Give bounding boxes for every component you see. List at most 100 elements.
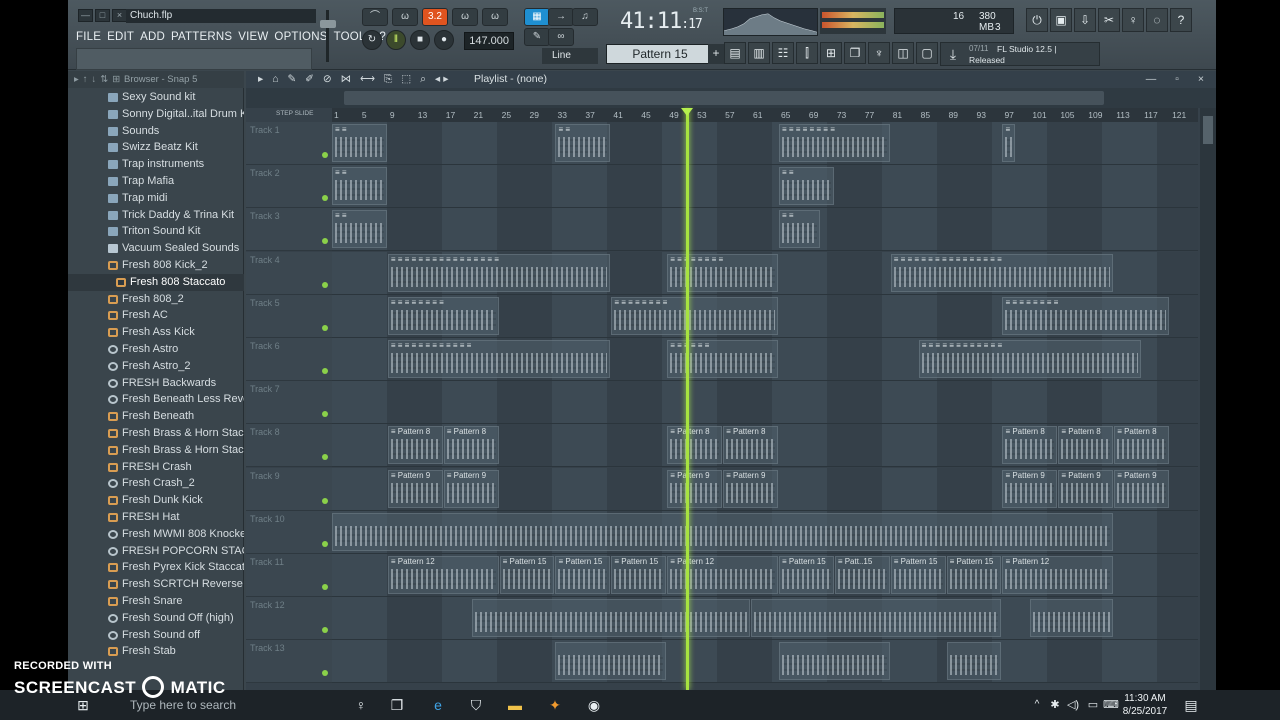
pattern-clip[interactable]: ≡ Pattern 15 — [555, 556, 611, 594]
menu-view[interactable]: VIEW — [238, 31, 268, 43]
pattern-selector[interactable]: Pattern 15 — [606, 44, 714, 64]
pause-button[interactable]: ‖ — [386, 30, 406, 50]
track-mute-led-icon[interactable] — [322, 411, 328, 418]
cut-icon[interactable]: ✂ — [1098, 8, 1120, 32]
taskbar-search[interactable]: Type here to search — [100, 694, 340, 716]
wait-input-icon[interactable]: ω — [392, 8, 418, 26]
browser-item[interactable]: Sexy Sound kit — [68, 89, 244, 106]
start-icon[interactable]: ⊞ — [72, 695, 94, 715]
pattern-clip[interactable]: ≡ Pattern 8 — [667, 426, 723, 465]
timeline-ruler[interactable]: 1 5 9 13 17 21 25 29 33 37 41 45 49 53 57 61 65 69 73 77 81 8… — [332, 108, 1198, 122]
pencil-icon[interactable]: ✎ — [524, 28, 550, 46]
taskbar-clock[interactable]: 11:30 AM 8/25/2017 — [1120, 692, 1170, 718]
pattern-clip[interactable] — [1030, 599, 1114, 638]
browser-item[interactable]: Fresh Astro — [68, 341, 244, 358]
browser-item[interactable]: Fresh Dunk Kick — [68, 492, 244, 509]
browser-item[interactable]: Trick Daddy & Trina Kit — [68, 207, 244, 224]
track-lane[interactable] — [332, 597, 1198, 641]
browser-item[interactable]: Sonny Digital..ital Drum Kit — [68, 106, 244, 123]
browser-item[interactable]: FRESH Backwards — [68, 375, 244, 392]
pattern-clip[interactable]: ≡ Pattern 9 — [667, 469, 723, 508]
step-edit-icon[interactable]: ω — [452, 8, 478, 26]
track-mute-led-icon[interactable] — [322, 238, 328, 245]
browser-item[interactable]: Fresh Brass & Horn Staccato_2 — [68, 442, 244, 459]
pattern-clip[interactable]: ≡ ≡ — [778, 167, 834, 206]
track-header[interactable]: Track 6 — [246, 338, 332, 381]
browser-item[interactable]: Fresh Sound Off (high) — [68, 610, 244, 627]
track-mute-led-icon[interactable] — [322, 195, 328, 202]
store-icon[interactable]: ⛉ — [465, 695, 487, 715]
track-lane[interactable]: ≡ ≡ ≡ ≡ ≡ ≡ ≡ ≡ ≡ ≡ ≡ ≡ ≡ — [332, 122, 1198, 165]
link-icon[interactable]: ∞ — [548, 28, 574, 46]
vertical-scrollbar-thumb[interactable] — [1203, 116, 1213, 144]
pattern-clip[interactable]: ≡ ≡ ≡ ≡ ≡ ≡ ≡ ≡ ≡ ≡ ≡ ≡ — [918, 340, 1142, 378]
track-lane[interactable]: ≡ ≡ ≡ ≡ ≡ ≡ ≡ ≡ ≡ ≡ ≡ ≡ ≡ ≡ ≡ ≡ ≡ ≡ ≡ ≡ ≡ … — [332, 338, 1198, 381]
track-mute-led-icon[interactable] — [322, 152, 328, 158]
track-header[interactable]: Track 4 — [246, 251, 332, 295]
track-mute-led-icon[interactable] — [322, 281, 328, 288]
pattern-clip[interactable]: ≡ Pattern 9 — [1058, 469, 1114, 508]
browser-item[interactable]: Fresh Ass Kick — [68, 324, 244, 341]
browser-item[interactable]: Sounds — [68, 123, 244, 140]
piano-roll-icon[interactable]: ▥ — [748, 42, 770, 64]
track-mute-led-icon[interactable] — [322, 454, 328, 461]
scrollbar-thumb[interactable] — [344, 91, 1104, 105]
browser-item[interactable]: Fresh Crash_2 — [68, 475, 244, 492]
pattern-clip[interactable]: ≡ Pattern 8 — [387, 426, 443, 465]
screencast-taskbar-icon[interactable]: ◉ — [583, 695, 605, 715]
track-header[interactable]: Track 5 — [246, 294, 332, 338]
browser-item[interactable]: Fresh SCRTCH Reverse — [68, 576, 244, 593]
pattern-clip[interactable]: ≡ ≡ ≡ ≡ ≡ ≡ ≡ ≡ — [778, 124, 890, 162]
frame-icon[interactable]: ▢ — [916, 42, 938, 64]
notifications-icon[interactable]: ▤ — [1180, 695, 1202, 715]
pattern-clip[interactable]: ≡ Pattern 9 — [387, 469, 443, 508]
browser-item[interactable]: Fresh AC — [68, 307, 244, 324]
track-header[interactable]: Track 12 — [246, 597, 332, 641]
horizontal-scrollbar[interactable] — [246, 88, 1216, 108]
pattern-clip[interactable]: ≡ Pattern 12 — [1002, 556, 1114, 594]
pattern-clip[interactable] — [751, 599, 1002, 638]
pattern-clip[interactable]: ≡ ≡ ≡ ≡ ≡ ≡ ≡ ≡ — [667, 253, 778, 292]
input-icon[interactable]: ⌨ — [1100, 695, 1122, 715]
pattern-clip[interactable]: ≡ Pattern 8 — [1114, 426, 1170, 465]
track-mute-led-icon[interactable] — [322, 540, 328, 547]
playhead[interactable] — [681, 108, 693, 690]
browser-item[interactable]: Fresh Astro_2 — [68, 358, 244, 375]
channel-rack-icon[interactable]: ☷ — [772, 42, 794, 64]
loop-icon[interactable]: ↻ — [362, 30, 382, 50]
browser-item[interactable]: Trap midi — [68, 190, 244, 207]
pattern-clip[interactable]: ≡ ≡ ≡ ≡ ≡ ≡ ≡ ≡ — [611, 296, 778, 335]
track-lane[interactable]: ≡ Pattern 9 ≡ Pattern 9 ≡ Pattern 9 ≡ Patte… — [332, 467, 1198, 511]
browser-item[interactable]: Trap Mafia — [68, 173, 244, 190]
track-header[interactable]: Track 11 — [246, 554, 332, 597]
close-icon[interactable]: × — [112, 9, 127, 22]
plugin-picker-icon[interactable]: ❐ — [844, 42, 866, 64]
pattern-clip[interactable]: ≡ Pattern 8 — [723, 426, 778, 465]
help-icon[interactable]: ? — [1170, 8, 1192, 32]
save-icon[interactable]: ▣ — [1050, 8, 1072, 32]
playlist-tool-icons[interactable]: ▸ ⌂ ✎ ✐ ⊘ ⋈ ⟷ ⎘ ⬚ ⌕ ◂▸ — [258, 71, 451, 88]
volume-knob[interactable] — [320, 20, 336, 28]
track-lane[interactable] — [332, 381, 1198, 425]
pattern-clip[interactable]: ≡ Pattern 9 — [1114, 469, 1170, 508]
track-lane[interactable] — [332, 640, 1198, 684]
pattern-clip[interactable]: ≡ ≡ ≡ ≡ ≡ ≡ ≡ ≡ ≡ ≡ ≡ ≡ — [387, 340, 611, 378]
browser-item[interactable]: Fresh Snare — [68, 593, 244, 610]
track-mute-led-icon[interactable] — [322, 497, 328, 504]
plugin-icon[interactable]: ♆ — [868, 42, 890, 64]
track-lane[interactable]: ≡ ≡ ≡ ≡ ≡ ≡ ≡ ≡ ≡ ≡ ≡ ≡ ≡ ≡ ≡ ≡ ≡ ≡ ≡ ≡ ≡ … — [332, 294, 1198, 338]
pattern-song-toggle-icon[interactable]: ▦ — [524, 8, 550, 26]
browser-item[interactable]: FRESH POPCORN STACATO — [68, 543, 244, 560]
render-icon[interactable]: ⇩ — [1074, 8, 1096, 32]
pattern-clip[interactable]: ≡ Pattern 8 — [1002, 426, 1058, 465]
microphone-icon[interactable]: ♀ — [350, 695, 372, 715]
browser-item[interactable]: FRESH Crash — [68, 459, 244, 476]
track-header[interactable]: Track 7 — [246, 381, 332, 425]
vertical-scrollbar[interactable] — [1200, 108, 1216, 690]
pattern-clip[interactable] — [471, 599, 751, 638]
browser-item[interactable]: Fresh Beneath Less Reverb — [68, 391, 244, 408]
browser-item[interactable]: Swizz Beatz Kit — [68, 139, 244, 156]
power-icon[interactable]: ⏻ — [1026, 8, 1048, 32]
pattern-clip[interactable]: ≡ Pattern 15 — [611, 556, 667, 594]
browser-item[interactable]: Fresh Pyrex Kick Staccato — [68, 559, 244, 576]
